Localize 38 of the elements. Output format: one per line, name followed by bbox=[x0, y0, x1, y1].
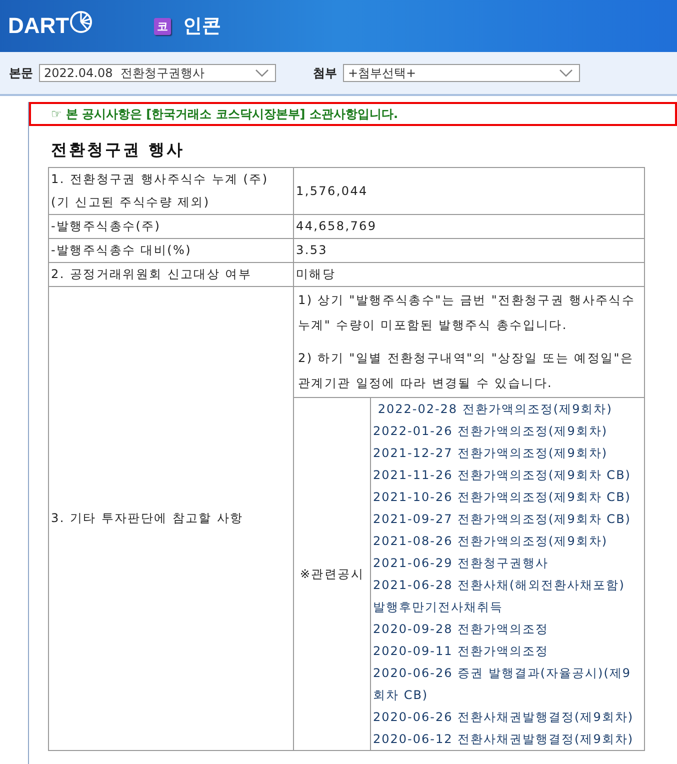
notice-text: 본 공시사항은 [한국거래소 코스닥시장본부] 소관사항입니다. bbox=[66, 106, 398, 122]
disclosure-link[interactable]: 2020-06-26 증권 발행결과(자율공시)(제9회차 CB) bbox=[373, 662, 642, 706]
disclosure-link[interactable]: 2020-09-11 전환가액의조정 bbox=[373, 640, 642, 662]
table-cell: 3. 기타 투자판단에 참고할 사항 bbox=[48, 286, 294, 750]
table-cell: 1. 전환청구권 행사주식수 누계 (주) (기 신고된 주식수량 제외) bbox=[48, 168, 294, 214]
disclosure-link[interactable]: 2020-06-12 전환사채권발행결정(제9회차) bbox=[373, 728, 642, 750]
disclosure-link[interactable]: 2020-06-26 전환사채권발행결정(제9회차) bbox=[373, 706, 642, 728]
attachment-select[interactable]: +첨부선택+ bbox=[343, 64, 580, 82]
sunburst-icon bbox=[70, 11, 92, 33]
caret-icon bbox=[255, 69, 269, 77]
table-cell: 3.53 bbox=[294, 238, 644, 262]
table-cell: 1,576,044 bbox=[294, 168, 644, 214]
disclosure-link[interactable]: 2022-02-28 전환가액의조정(제9회차) bbox=[373, 398, 642, 420]
disclosure-link[interactable]: 2021-08-26 전환가액의조정(제9회차) bbox=[373, 530, 642, 552]
disclosure-link[interactable]: 2020-09-28 전환가액의조정 bbox=[373, 618, 642, 640]
pointing-hand-icon: ☞ bbox=[51, 107, 62, 121]
disclosure-link[interactable]: 2022-01-26 전환가액의조정(제9회차) bbox=[373, 420, 642, 442]
disclosure-link[interactable]: 2021-06-28 전환사채(해외전환사채포함) 발행후만기전사채취득 bbox=[373, 574, 642, 618]
disclosure-link[interactable]: 2021-09-27 전환가액의조정(제9회차 CB) bbox=[373, 508, 642, 530]
document-title: 전환청구권 행사 bbox=[51, 140, 186, 161]
table-cell: 2. 공정거래위원회 신고대상 여부 bbox=[48, 262, 294, 286]
company-name: 인콘 bbox=[183, 14, 221, 39]
attachment-label: 첨부 bbox=[313, 64, 337, 82]
disclosure-link[interactable]: 2021-06-29 전환청구권행사 bbox=[373, 552, 642, 574]
disclosure-link[interactable]: 2021-12-27 전환가액의조정(제9회차) bbox=[373, 442, 642, 464]
notes-text: 1) 상기 "발행주식총수"는 금번 "전환청구권 행사주식수 누계" 수량이 미포함된 발행주식 총수입니다. 2) 하기 "일별 전환청구내역"의 "상장일 또는 예정일"은 관계기관 일정에 따라 변경될 수 있습니다. bbox=[297, 292, 636, 392]
document-select[interactable]: 2022.04.08 전환청구권행사 bbox=[39, 64, 276, 82]
disclosure-link[interactable]: 2021-10-26 전환가액의조정(제9회차 CB) bbox=[373, 486, 642, 508]
caret-icon bbox=[559, 69, 573, 77]
table-cell: -발행주식총수 대비(%) bbox=[48, 238, 294, 262]
table-cell: 44,658,769 bbox=[294, 214, 644, 238]
table-cell: ※관련공시 bbox=[294, 398, 370, 750]
table-cell: -발행주식총수(주) bbox=[48, 214, 294, 238]
disclosure-link[interactable]: 2021-11-26 전환가액의조정(제9회차 CB) bbox=[373, 464, 642, 486]
dart-logo: DART bbox=[8, 13, 70, 39]
table-cell: 미해당 bbox=[294, 262, 644, 286]
market-badge: 코 bbox=[154, 18, 171, 34]
main-label: 본문 bbox=[9, 64, 33, 82]
